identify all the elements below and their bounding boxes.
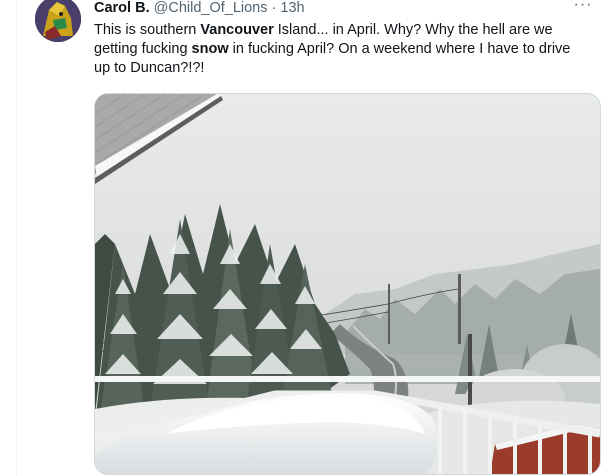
user-handle[interactable]: @Child_Of_Lions: [154, 0, 268, 16]
display-name[interactable]: Carol B.: [94, 0, 150, 16]
avatar[interactable]: [35, 0, 81, 42]
tweet-timestamp[interactable]: 13h: [280, 0, 304, 16]
more-horizontal-icon: ···: [573, 0, 593, 13]
tweet-text: This is southern Vancouver Island... in …: [94, 21, 589, 78]
snowy-landscape-photo: [95, 94, 600, 474]
hashtag-keyword-vancouver: Vancouver: [200, 22, 274, 38]
tweet[interactable]: Carol B. @Child_Of_Lions · 13h ··· This …: [17, 0, 607, 476]
keyword-snow: snow: [191, 41, 229, 57]
header-separator: ·: [271, 0, 277, 16]
timeline: Carol B. @Child_Of_Lions · 13h ··· This …: [0, 0, 607, 476]
tweet-text-part: This is southern: [94, 22, 201, 38]
more-options-button[interactable]: ···: [569, 0, 597, 18]
tweet-photo[interactable]: [94, 93, 601, 475]
tweet-header: Carol B. @Child_Of_Lions · 13h: [94, 0, 599, 17]
tweet-body: Carol B. @Child_Of_Lions · 13h ··· This …: [94, 0, 601, 475]
